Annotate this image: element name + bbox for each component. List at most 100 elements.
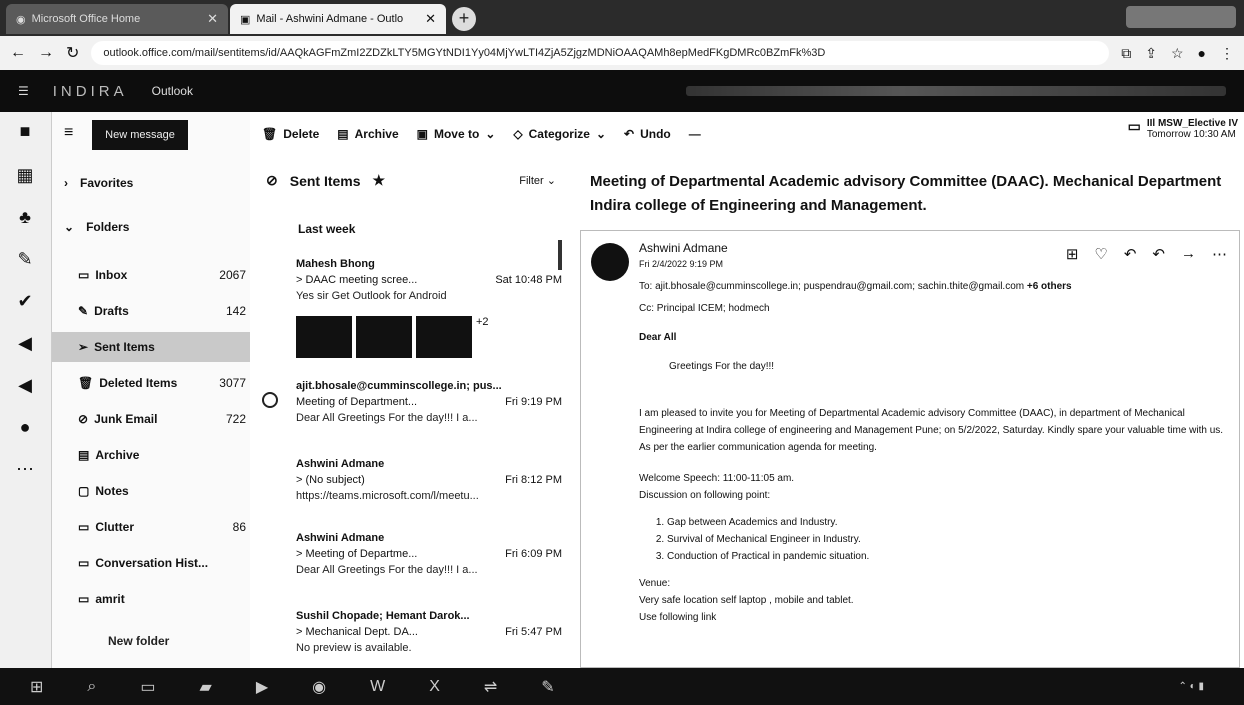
forward-icon[interactable]: → [1181,245,1196,263]
url-field[interactable]: outlook.office.com/mail/sentitems/id/AAQ… [91,41,1110,65]
app-icon[interactable]: ✎ [541,677,554,697]
app-icon[interactable]: ⇌ [484,677,497,697]
list-item[interactable]: Ashwini Admane > (No subject) Fri 8:12 PM h… [296,456,562,504]
attachment-thumbnail[interactable] [296,316,352,358]
header-search-bar[interactable] [686,86,1226,96]
like-icon[interactable]: ♡ [1094,245,1107,263]
move-to-button[interactable]: ▣ Move to ⌄ [417,127,496,141]
powerpoint-icon[interactable]: ● [14,416,36,438]
tab-outlook-mail[interactable]: ▣ Mail - Ashwini Admane - Outlo ✕ [230,4,446,34]
avatar[interactable] [591,243,629,281]
close-icon[interactable]: ✕ [425,11,436,27]
attach-icon[interactable]: ✎ [14,248,36,270]
sender-name[interactable]: Ashwini Admane [639,241,728,255]
message-list: ⊘ Sent Items ★ Filter ⌄ Last week Mahesh… [250,156,566,668]
unread-count: 142 [225,304,246,318]
reading-pane: Meeting of Departmental Academic advisor… [566,156,1244,668]
list-item: Survival of Mechanical Engineer in Indus… [667,531,1229,548]
star-icon[interactable]: ☆ [1171,45,1184,62]
folder-item[interactable]: ✎ Drafts 142 [78,296,246,326]
media-icon[interactable]: ▶ [256,677,268,697]
folder-item[interactable]: ▭ Clutter 86 [78,512,246,542]
list-item[interactable]: Sushil Chopade; Hemant Darok... > Mechani… [296,608,562,656]
app-label[interactable]: Outlook [152,84,193,98]
menu-icon[interactable]: ⋮ [1220,45,1234,62]
attachment-thumbnail[interactable] [356,316,412,358]
list-item[interactable]: ajit.bhosale@cumminscollege.in; pus... Me… [296,378,562,426]
folder-item[interactable]: 🗑 Deleted Items 3077 [78,368,246,398]
folder-label: Notes [95,484,129,498]
note-icon: ▢ [78,484,90,498]
start-icon[interactable]: ⊞ [30,677,43,697]
undo-button[interactable]: ↶ Undo [624,127,671,141]
people-icon[interactable]: ♣ [14,206,36,228]
window-controls[interactable] [1126,6,1236,28]
mail-icon[interactable]: ■ [14,120,36,142]
list-item[interactable]: Ashwini Admane > Meeting of Departme... Fr… [296,530,562,578]
forward-icon[interactable]: → [38,44,54,62]
search-icon[interactable]: ⌕ [87,678,96,696]
folder-item[interactable]: ▭ Conversation Hist... [78,548,246,578]
calendar-reminder[interactable]: ▭ IIl MSW_Elective IV Tomorrow 10:30 AM [1128,118,1238,140]
list-item[interactable]: Mahesh Bhong > DAAC meeting scree... Sat 1… [296,256,562,304]
reply-all-icon[interactable]: ↶ [1152,245,1165,263]
calendar-icon[interactable]: ▦ [14,164,36,186]
folder-item[interactable]: ⊘ Junk Email 722 [78,404,246,434]
select-all-icon[interactable]: ⊘ [266,172,278,189]
todo-icon[interactable]: ✔ [14,290,36,312]
unread-count: 2067 [219,268,246,282]
welcome-speech: Welcome Speech: 11:00-11:05 am. [639,473,795,484]
folder-item[interactable]: ▢ Notes [78,476,246,506]
system-tray[interactable]: ⌃ ◐ ▮ [1179,681,1204,692]
profile-icon[interactable]: ● [1198,45,1206,62]
message-subject-row: > (No subject) Fri 8:12 PM [296,472,562,488]
tab-office-home[interactable]: ◉ Microsoft Office Home ✕ [6,4,228,34]
word-icon[interactable]: W [370,678,385,696]
more-icon[interactable]: ⋯ [1212,245,1227,263]
list-item: Conduction of Practical in pandemic situ… [667,548,1229,565]
favorites-header[interactable]: › Favorites [64,176,133,190]
excel-icon[interactable]: ◀ [14,374,36,396]
app-launcher-icon[interactable]: ☰ [18,84,29,98]
app-rail: ■ ▦ ♣ ✎ ✔ ◀ ◀ ● ⋯ [0,112,52,668]
back-icon[interactable]: ← [10,44,26,62]
folder-item[interactable]: ➢ Sent Items [52,332,250,362]
select-radio[interactable] [262,392,278,408]
chrome-icon[interactable]: ◉ [312,677,326,697]
folders-header[interactable]: ⌄ Folders [64,220,129,234]
archive-button[interactable]: ▤ Archive [337,127,398,141]
categorize-button[interactable]: ◇ Categorize ⌄ [513,127,606,141]
excel-icon[interactable]: X [429,678,440,696]
hamburger-icon[interactable]: ≡ [64,124,73,142]
apps-icon[interactable]: ⊞ [1066,245,1079,263]
install-icon[interactable]: ⧉ [1121,45,1131,62]
attachment-thumbnails[interactable]: +2 [296,316,489,358]
star-icon[interactable]: ★ [373,172,386,189]
new-message-button[interactable]: New message [92,120,188,150]
word-icon[interactable]: ◀ [14,332,36,354]
share-icon[interactable]: ⇪ [1145,45,1157,62]
attachment-thumbnail[interactable] [416,316,472,358]
folder-item[interactable]: ▭ amrit [78,584,246,614]
to-recipients[interactable]: ajit.bhosale@cumminscollege.in; puspendr… [655,281,1024,292]
more-recipients[interactable]: +6 others [1027,281,1072,292]
task-view-icon[interactable]: ▭ [140,677,155,697]
close-icon[interactable]: ✕ [207,11,218,27]
filter-button[interactable]: Filter ⌄ [519,174,556,187]
folder-item[interactable]: ▤ Archive [78,440,246,470]
reply-icon[interactable]: ↶ [1124,245,1137,263]
folder-item[interactable]: ▭ Inbox 2067 [78,260,246,290]
folder-label: Junk Email [94,412,158,426]
cc-line: Cc: Principal ICEM; hodmech [639,303,770,314]
more-apps-icon[interactable]: ⋯ [14,458,36,480]
message-sender: Mahesh Bhong [296,258,375,270]
new-tab-button[interactable]: + [452,7,476,31]
message-sender: ajit.bhosale@cumminscollege.in; pus... [296,380,502,392]
chevron-down-icon: ⌄ [595,127,607,141]
file-explorer-icon[interactable]: ▰ [200,677,212,697]
new-folder-link[interactable]: New folder [108,634,169,648]
delete-button[interactable]: 🗑 Delete [262,127,319,141]
more-attachments-count[interactable]: +2 [476,316,489,328]
reload-icon[interactable]: ↻ [66,43,79,63]
more-options-button[interactable]: — [689,127,701,141]
